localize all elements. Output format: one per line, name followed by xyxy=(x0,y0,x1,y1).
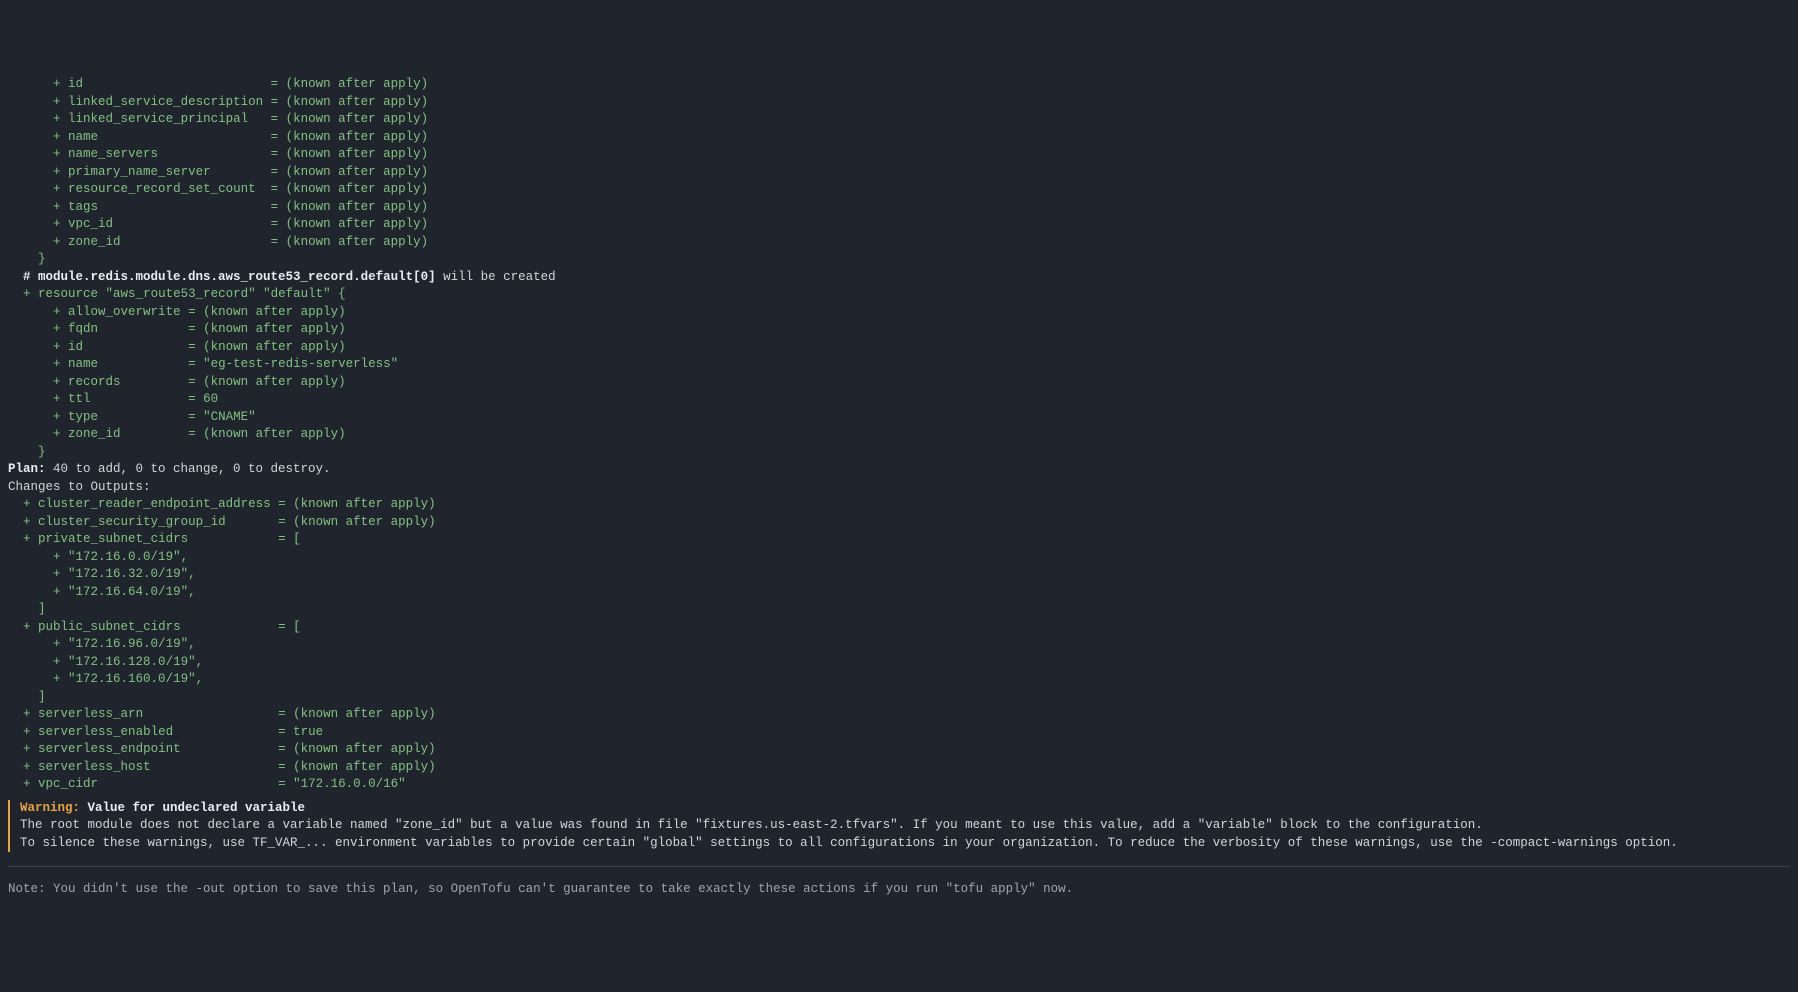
terminal-output[interactable]: + id = (known after apply) + linked_serv… xyxy=(8,76,1790,899)
note-line: Note: You didn't use the -out option to … xyxy=(8,881,1790,899)
separator xyxy=(8,866,1790,867)
warning-block: Warning: Value for undeclared variableTh… xyxy=(8,800,1790,853)
